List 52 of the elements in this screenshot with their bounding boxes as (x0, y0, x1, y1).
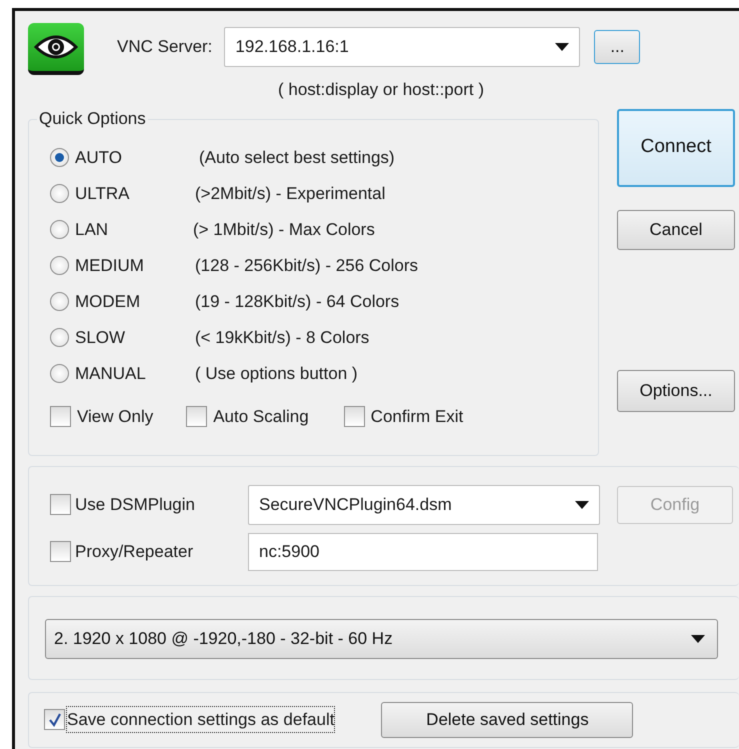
checkbox-label[interactable]: View Only (77, 404, 154, 429)
server-combo[interactable]: 192.168.1.16:1 (224, 27, 580, 67)
checkbox[interactable] (186, 406, 208, 427)
monitor-select[interactable]: 2. 1920 x 1080 @ -1920,-180 - 32-bit - 60 Hz (45, 618, 718, 658)
server-hint: ( host:display or host::port ) (278, 79, 485, 101)
caret-icon (575, 500, 589, 508)
speed-description: (< 19kKbit/s) - 8 Colors (195, 326, 370, 349)
speed-description: (> 1Mbit/s) - Max Colors (193, 218, 375, 241)
radio-button[interactable] (50, 184, 69, 203)
plugin-combo[interactable]: SecureVNCPlugin64.dsm (248, 484, 600, 524)
eye-logo-icon (28, 23, 84, 75)
checkbox[interactable] (50, 406, 71, 427)
caret-icon (691, 634, 705, 642)
dialog-button[interactable]: Options... (617, 370, 735, 412)
caret-icon (555, 43, 570, 51)
radio-button[interactable] (50, 364, 69, 383)
checkbox[interactable] (344, 406, 365, 427)
radio-label[interactable]: MANUAL (75, 360, 195, 386)
dialog-button[interactable]: Cancel (617, 210, 735, 250)
checkbox-label[interactable]: Save connection settings as default (67, 706, 334, 732)
speed-description: (19 - 128Kbit/s) - 64 Colors (195, 290, 400, 313)
radio-label[interactable]: ULTRA (75, 180, 195, 206)
plugin-value: SecureVNCPlugin64.dsm (259, 494, 453, 516)
checkbox-label[interactable]: Proxy/Repeater (75, 538, 248, 564)
speed-description: ( Use options button ) (195, 362, 358, 385)
server-label: VNC Server: (117, 36, 212, 58)
checkbox[interactable] (50, 541, 71, 562)
server-value: 192.168.1.16:1 (235, 36, 350, 58)
radio-label[interactable]: AUTO (75, 144, 199, 170)
radio-button[interactable] (50, 148, 69, 167)
checkbox-label[interactable]: Confirm Exit (370, 404, 464, 429)
checkbox[interactable] (44, 709, 65, 730)
radio-label[interactable]: LAN (75, 216, 193, 242)
radio-label[interactable]: MODEM (75, 288, 195, 314)
check-icon (48, 712, 62, 726)
checkbox-label[interactable]: Auto Scaling (213, 404, 309, 429)
radio-button[interactable] (50, 328, 69, 347)
checkbox[interactable] (50, 494, 71, 515)
radio-button[interactable] (50, 256, 69, 275)
checkbox-label[interactable]: Use DSMPlugin (75, 492, 248, 518)
radio-label[interactable]: SLOW (75, 324, 195, 350)
monitor-value: 2. 1920 x 1080 @ -1920,-180 - 32-bit - 60 Hz (54, 628, 394, 650)
speed-description: (Auto select best settings) (199, 146, 395, 169)
speed-description: (128 - 256Kbit/s) - 256 Colors (195, 254, 418, 277)
browse-button[interactable]: ... (594, 30, 640, 64)
proxy-field[interactable]: nc:5900 (248, 532, 598, 570)
radio-button[interactable] (50, 220, 69, 239)
radio-button[interactable] (50, 292, 69, 311)
delete-settings-button[interactable]: Delete saved settings (381, 702, 634, 738)
dialog-button[interactable]: Connect (617, 108, 735, 186)
radio-label[interactable]: MEDIUM (75, 252, 195, 278)
speed-description: (>2Mbit/s) - Experimental (195, 182, 386, 205)
